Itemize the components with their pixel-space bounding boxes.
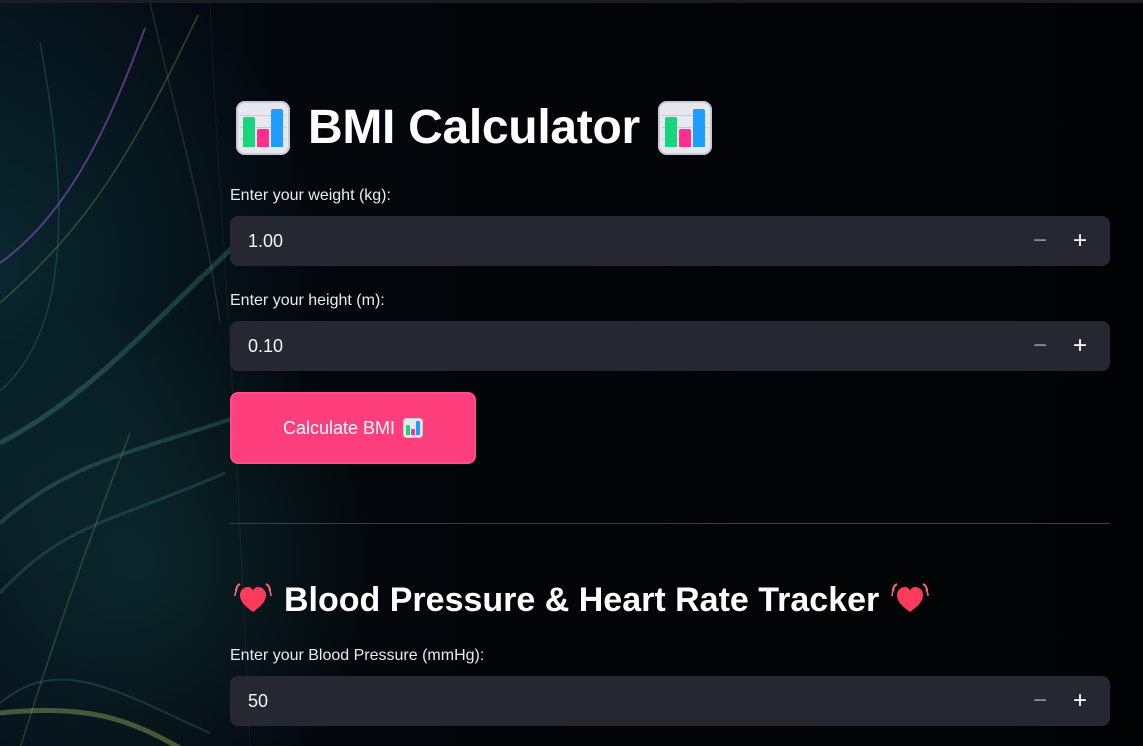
vitals-title: Blood Pressure & Heart Rate Tracker — [284, 581, 880, 619]
vitals-title-row: Blood Pressure & Heart Rate Tracker — [234, 577, 929, 623]
weight-label: Enter your weight (kg): — [230, 187, 391, 204]
calculate-bmi-label: Calculate BMI — [282, 417, 396, 438]
weight-field[interactable]: − + — [230, 216, 1110, 266]
beating-heart-icon — [891, 581, 929, 619]
minus-icon[interactable]: − — [1020, 216, 1060, 266]
minus-icon[interactable]: − — [1020, 321, 1060, 371]
plus-icon[interactable]: + — [1060, 216, 1100, 266]
plus-icon[interactable]: + — [1060, 321, 1100, 371]
bar-chart-icon — [657, 101, 712, 155]
blood-pressure-field[interactable]: − + — [230, 676, 1110, 726]
height-field[interactable]: − + — [230, 321, 1110, 371]
bmi-title-row: BMI Calculator — [236, 95, 712, 161]
blood-pressure-stepper[interactable]: − + — [1020, 676, 1100, 726]
bmi-title: BMI Calculator — [308, 101, 640, 154]
height-input[interactable] — [246, 334, 966, 358]
beating-heart-icon — [234, 581, 272, 619]
calculate-bmi-button[interactable]: Calculate BMI — [230, 392, 476, 464]
app-root: BMI Calculator Enter your weight (kg): −… — [0, 0, 1143, 746]
plus-icon[interactable]: + — [1060, 676, 1100, 726]
blood-pressure-label: Enter your Blood Pressure (mmHg): — [230, 647, 485, 664]
bar-chart-icon — [236, 101, 290, 155]
blood-pressure-input[interactable] — [246, 689, 966, 713]
section-divider — [230, 523, 1110, 524]
height-stepper[interactable]: − + — [1020, 321, 1100, 371]
height-label: Enter your height (m): — [230, 292, 385, 309]
minus-icon[interactable]: − — [1020, 676, 1060, 726]
weight-input[interactable] — [246, 229, 966, 253]
bar-chart-icon — [403, 418, 424, 438]
background-art — [0, 3, 256, 746]
weight-stepper[interactable]: − + — [1020, 216, 1100, 266]
